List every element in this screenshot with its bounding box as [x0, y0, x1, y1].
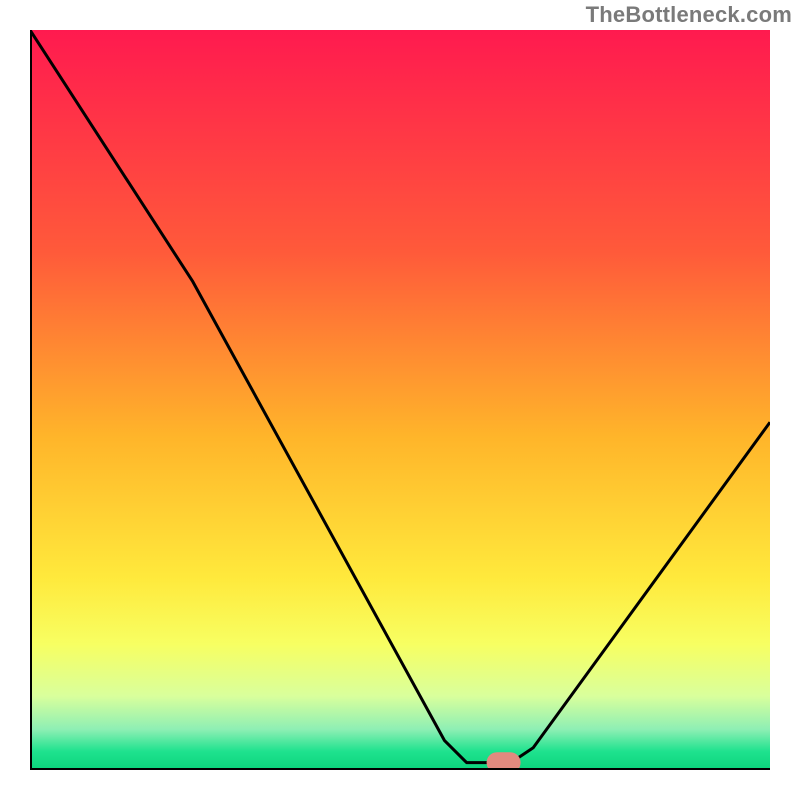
optimum-marker: [487, 752, 521, 770]
chart-svg: [30, 30, 770, 770]
chart-container: TheBottleneck.com: [0, 0, 800, 800]
watermark-text: TheBottleneck.com: [586, 2, 792, 28]
plot-area: [30, 30, 770, 770]
